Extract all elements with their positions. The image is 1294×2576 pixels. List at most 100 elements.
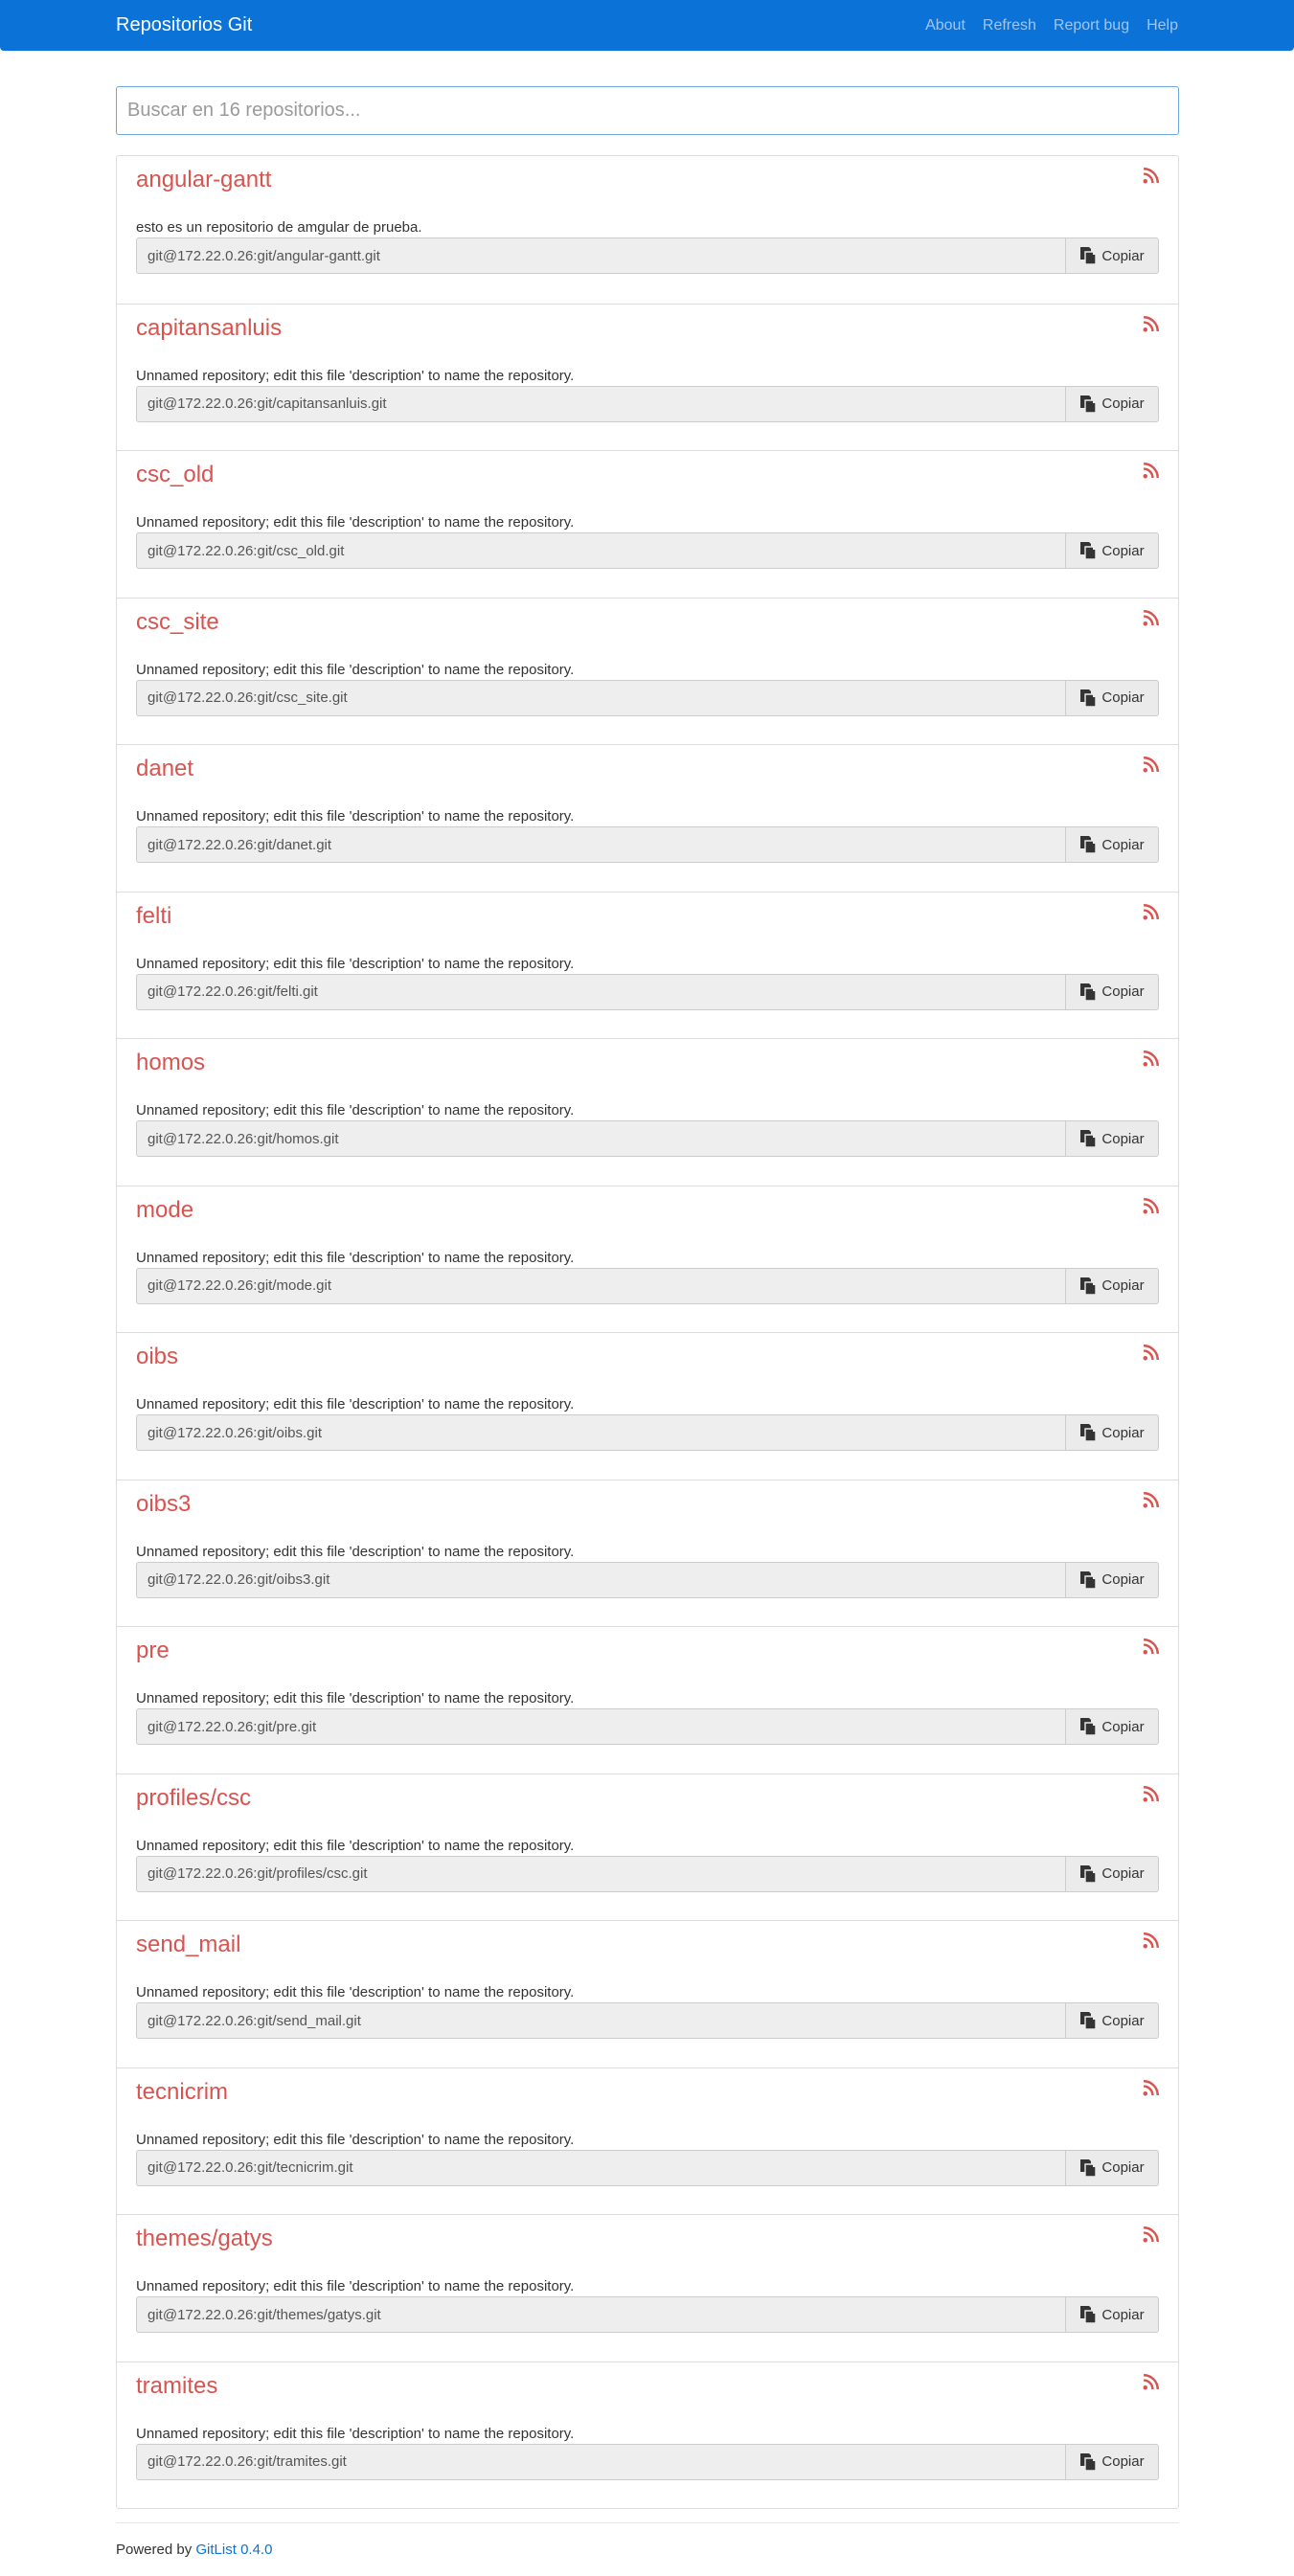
clone-url-group: Copiar (136, 1267, 1159, 1304)
repository-item: capitansanluis Unnamed repository; edit … (117, 303, 1178, 451)
copy-icon (1079, 2305, 1098, 2324)
clone-url-group: Copiar (136, 2149, 1159, 2186)
clone-url-field[interactable] (136, 679, 1065, 716)
clone-url-field[interactable] (136, 2443, 1065, 2480)
rss-icon[interactable] (1143, 609, 1159, 626)
rss-icon[interactable] (1143, 1638, 1159, 1655)
copy-button[interactable]: Copiar (1065, 1708, 1159, 1745)
nav-link-help[interactable]: Help (1146, 17, 1178, 34)
copy-button[interactable]: Copiar (1065, 385, 1159, 422)
copy-icon (1079, 2011, 1098, 2030)
copy-icon (1079, 2158, 1098, 2178)
copy-button-label: Copiar (1101, 2159, 1145, 2176)
copy-button[interactable]: Copiar (1065, 1267, 1159, 1304)
copy-button[interactable]: Copiar (1065, 237, 1159, 274)
nav-link-refresh[interactable]: Refresh (983, 17, 1036, 34)
copy-icon (1079, 1717, 1098, 1736)
clone-url-group: Copiar (136, 1708, 1159, 1745)
repository-list: angular-gantt esto es un repositorio de … (116, 155, 1179, 2509)
copy-button[interactable]: Copiar (1065, 2149, 1159, 2186)
repository-name-link[interactable]: homos (136, 1050, 205, 1076)
repository-name-link[interactable]: angular-gantt (136, 167, 271, 193)
clone-url-field[interactable] (136, 2149, 1065, 2186)
rss-icon[interactable] (1143, 903, 1159, 920)
copy-button[interactable]: Copiar (1065, 973, 1159, 1010)
copy-button[interactable]: Copiar (1065, 532, 1159, 569)
clone-url-field[interactable] (136, 1120, 1065, 1157)
repository-name-link[interactable]: pre (136, 1638, 170, 1664)
copy-button[interactable]: Copiar (1065, 2002, 1159, 2039)
rss-icon[interactable] (1143, 1051, 1159, 1067)
rss-icon[interactable] (1143, 315, 1159, 332)
clone-url-field[interactable] (136, 532, 1065, 569)
nav-link-report-bug[interactable]: Report bug (1054, 17, 1129, 34)
copy-button[interactable]: Copiar (1065, 2443, 1159, 2480)
repository-description: Unnamed repository; edit this file 'desc… (136, 1837, 575, 1854)
copy-button-label: Copiar (1101, 836, 1145, 853)
rss-icon[interactable] (1143, 1197, 1159, 1214)
repository-name-link[interactable]: oibs3 (136, 1491, 191, 1518)
copy-button-label: Copiar (1101, 2453, 1145, 2470)
clone-url-field[interactable] (136, 1561, 1065, 1598)
rss-icon[interactable] (1143, 1785, 1159, 1802)
clone-url-field[interactable] (136, 1267, 1065, 1304)
copy-icon (1079, 1570, 1098, 1590)
clone-url-group: Copiar (136, 237, 1159, 274)
copy-button[interactable]: Copiar (1065, 679, 1159, 716)
clone-url-group: Copiar (136, 385, 1159, 422)
rss-icon[interactable] (1143, 1932, 1159, 1949)
repository-name-link[interactable]: tecnicrim (136, 2079, 228, 2106)
copy-button[interactable]: Copiar (1065, 826, 1159, 863)
clone-url-field[interactable] (136, 1414, 1065, 1451)
repository-description: Unnamed repository; edit this file 'desc… (136, 2425, 575, 2442)
repository-name-link[interactable]: felti (136, 903, 171, 930)
search-input[interactable] (116, 86, 1179, 135)
rss-icon[interactable] (1143, 757, 1159, 773)
repository-name-link[interactable]: tramites (136, 2373, 217, 2400)
clone-url-field[interactable] (136, 237, 1065, 274)
repository-item: csc_site Unnamed repository; edit this f… (117, 597, 1178, 745)
repository-name-link[interactable]: send_mail (136, 1932, 240, 1958)
repository-item: tecnicrim Unnamed repository; edit this … (117, 2067, 1178, 2215)
footer-gitlist-link[interactable]: GitList 0.4.0 (195, 2542, 272, 2558)
clone-url-field[interactable] (136, 385, 1065, 422)
copy-button[interactable]: Copiar (1065, 1414, 1159, 1451)
copy-button-label: Copiar (1101, 395, 1145, 412)
repository-name-link[interactable]: themes/gatys (136, 2226, 273, 2252)
repository-item: themes/gatys Unnamed repository; edit th… (117, 2214, 1178, 2361)
repository-item: angular-gantt esto es un repositorio de … (117, 156, 1178, 304)
copy-button[interactable]: Copiar (1065, 1561, 1159, 1598)
copy-button-label: Copiar (1101, 1571, 1145, 1588)
copy-icon (1079, 983, 1098, 1002)
clone-url-field[interactable] (136, 826, 1065, 863)
rss-icon[interactable] (1143, 168, 1159, 184)
clone-url-field[interactable] (136, 973, 1065, 1010)
nav-link-about[interactable]: About (925, 17, 965, 34)
repository-name-link[interactable]: capitansanluis (136, 315, 282, 342)
repository-item: felti Unnamed repository; edit this file… (117, 891, 1178, 1039)
clone-url-field[interactable] (136, 1855, 1065, 1892)
clone-url-field[interactable] (136, 1708, 1065, 1745)
copy-button[interactable]: Copiar (1065, 1855, 1159, 1892)
rss-icon[interactable] (1143, 2079, 1159, 2096)
clone-url-field[interactable] (136, 2296, 1065, 2333)
rss-icon[interactable] (1143, 2226, 1159, 2243)
rss-icon[interactable] (1143, 463, 1159, 479)
repository-name-link[interactable]: mode (136, 1197, 193, 1224)
copy-icon (1079, 541, 1098, 560)
repository-name-link[interactable]: csc_old (136, 462, 214, 488)
brand-link[interactable]: Repositorios Git (116, 0, 252, 51)
copy-icon (1079, 246, 1098, 265)
repository-name-link[interactable]: csc_site (136, 609, 219, 636)
copy-button[interactable]: Copiar (1065, 2296, 1159, 2333)
copy-button[interactable]: Copiar (1065, 1120, 1159, 1157)
repository-name-link[interactable]: profiles/csc (136, 1785, 251, 1812)
copy-button-label: Copiar (1101, 983, 1145, 1000)
repository-name-link[interactable]: oibs (136, 1344, 178, 1370)
clone-url-group: Copiar (136, 532, 1159, 569)
clone-url-field[interactable] (136, 2002, 1065, 2039)
rss-icon[interactable] (1143, 1344, 1159, 1361)
rss-icon[interactable] (1143, 2373, 1159, 2390)
rss-icon[interactable] (1143, 1491, 1159, 1508)
repository-name-link[interactable]: danet (136, 756, 193, 782)
